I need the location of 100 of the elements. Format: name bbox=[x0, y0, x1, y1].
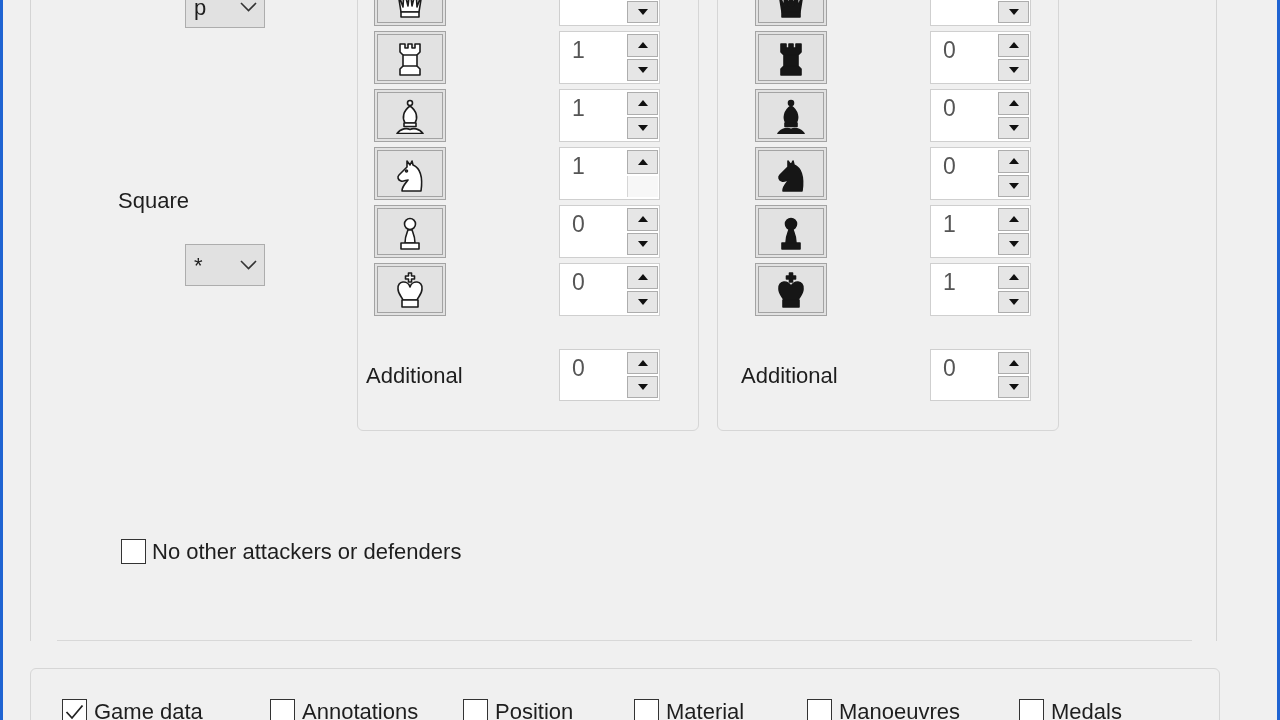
spin-up-button[interactable] bbox=[998, 208, 1029, 231]
spin-down-button[interactable] bbox=[998, 376, 1029, 398]
square-label: Square bbox=[118, 188, 189, 214]
spin-up-button[interactable] bbox=[998, 34, 1029, 57]
checkbox-label: Annotations bbox=[302, 698, 419, 720]
number-field[interactable]: 0 bbox=[560, 264, 627, 315]
caret-down-icon bbox=[1008, 66, 1019, 73]
checkbox-label: No other attackers or defenders bbox=[152, 538, 462, 566]
number-field[interactable]: 1 bbox=[560, 90, 627, 141]
piece-button[interactable] bbox=[755, 205, 827, 258]
caret-up-icon bbox=[1008, 274, 1019, 281]
caret-down-icon bbox=[1008, 124, 1019, 131]
number-field[interactable]: 0 bbox=[931, 90, 998, 141]
piece-button[interactable] bbox=[374, 89, 446, 142]
caret-up-icon bbox=[637, 42, 648, 49]
spin-up-button[interactable] bbox=[627, 34, 658, 57]
checkbox[interactable] bbox=[463, 699, 488, 720]
checkbox[interactable] bbox=[270, 699, 295, 720]
number-field[interactable]: 1 bbox=[931, 264, 998, 315]
spin-down-button[interactable] bbox=[627, 0, 658, 23]
caret-up-icon bbox=[1008, 158, 1019, 165]
caret-down-icon bbox=[1008, 240, 1019, 247]
number-spinner[interactable]: 1 bbox=[559, 147, 660, 200]
spin-down-button[interactable] bbox=[627, 116, 658, 139]
checkbox[interactable] bbox=[807, 699, 832, 720]
checkbox-label: Material bbox=[666, 698, 745, 720]
checkbox[interactable] bbox=[634, 699, 659, 720]
chess-king-icon bbox=[395, 271, 425, 308]
spin-up-button[interactable] bbox=[998, 266, 1029, 289]
chess-bishop-icon bbox=[776, 97, 806, 134]
piece-button[interactable] bbox=[374, 205, 446, 258]
spin-up-button[interactable] bbox=[998, 352, 1029, 374]
caret-up-icon bbox=[1008, 42, 1019, 49]
spin-down-button[interactable] bbox=[627, 290, 658, 313]
number-field[interactable]: 0 bbox=[931, 350, 998, 400]
caret-down-icon bbox=[637, 8, 648, 15]
number-spinner[interactable]: 0 bbox=[930, 147, 1031, 200]
spin-up-button[interactable] bbox=[627, 92, 658, 115]
caret-up-icon bbox=[637, 100, 648, 107]
spin-down-button[interactable] bbox=[998, 116, 1029, 139]
piece-button[interactable] bbox=[374, 147, 446, 200]
piece-button[interactable] bbox=[755, 89, 827, 142]
number-spinner[interactable]: 0 bbox=[930, 349, 1031, 401]
number-field[interactable]: 1 bbox=[560, 148, 627, 199]
dropdown[interactable]: p bbox=[185, 0, 265, 28]
spin-up-button[interactable] bbox=[627, 150, 658, 174]
number-field[interactable]: 0 bbox=[931, 148, 998, 199]
number-spinner[interactable]: 1 bbox=[559, 31, 660, 84]
dropdown[interactable]: * bbox=[185, 244, 265, 286]
number-spinner[interactable]: 0 bbox=[559, 263, 660, 316]
piece-button[interactable] bbox=[755, 263, 827, 316]
caret-down-icon bbox=[637, 240, 648, 247]
spin-up-button[interactable] bbox=[627, 266, 658, 289]
checkbox-label: Manoeuvres bbox=[839, 698, 961, 720]
number-field[interactable]: 0 bbox=[560, 206, 627, 257]
checkbox[interactable] bbox=[121, 539, 146, 564]
checkbox-label: Game data bbox=[94, 698, 203, 720]
spin-down-button[interactable] bbox=[998, 58, 1029, 81]
checkbox-label: Position bbox=[495, 698, 574, 720]
caret-up-icon bbox=[637, 158, 648, 165]
caret-up-icon bbox=[1008, 216, 1019, 223]
number-spinner[interactable]: 0 bbox=[559, 205, 660, 258]
spin-down-button[interactable] bbox=[627, 232, 658, 255]
number-spinner[interactable]: 1 bbox=[559, 89, 660, 142]
checkbox[interactable] bbox=[62, 699, 87, 720]
spin-down-button[interactable] bbox=[998, 174, 1029, 197]
chess-bishop-icon bbox=[395, 97, 425, 134]
checkbox[interactable] bbox=[1019, 699, 1044, 720]
chess-king-icon bbox=[776, 271, 806, 308]
number-field[interactable]: 1 bbox=[931, 206, 998, 257]
number-spinner[interactable]: 1 bbox=[930, 263, 1031, 316]
spin-up-button[interactable] bbox=[627, 208, 658, 231]
caret-down-icon bbox=[1008, 182, 1019, 189]
checkbox-label: Medals bbox=[1051, 698, 1122, 720]
piece-button[interactable] bbox=[755, 31, 827, 84]
number-field[interactable]: 0 bbox=[931, 32, 998, 83]
spin-down-button[interactable] bbox=[627, 376, 658, 398]
piece-button[interactable] bbox=[374, 263, 446, 316]
number-spinner[interactable]: 0 bbox=[559, 349, 660, 401]
spin-down-button[interactable] bbox=[998, 232, 1029, 255]
spin-down-button[interactable] bbox=[627, 58, 658, 81]
number-spinner[interactable]: 0 bbox=[930, 89, 1031, 142]
number-spinner[interactable]: 1 bbox=[930, 205, 1031, 258]
caret-up-icon bbox=[637, 274, 648, 281]
caret-up-icon bbox=[637, 360, 648, 366]
number-spinner[interactable]: 0 bbox=[930, 31, 1031, 84]
number-field[interactable]: 1 bbox=[560, 32, 627, 83]
piece-button[interactable] bbox=[374, 31, 446, 84]
spin-up-button[interactable] bbox=[998, 92, 1029, 115]
spin-up-button[interactable] bbox=[998, 150, 1029, 173]
number-field[interactable]: 0 bbox=[560, 350, 627, 400]
caret-down-icon bbox=[637, 124, 648, 131]
spin-up-button[interactable] bbox=[627, 352, 658, 374]
checkmark-icon bbox=[65, 703, 84, 720]
piece-button[interactable] bbox=[755, 147, 827, 200]
spin-down-button[interactable] bbox=[998, 290, 1029, 313]
chevron-down-icon bbox=[240, 2, 257, 12]
spin-down-button[interactable] bbox=[998, 0, 1029, 23]
additional-label: Additional bbox=[366, 361, 464, 390]
caret-down-icon bbox=[637, 384, 648, 390]
